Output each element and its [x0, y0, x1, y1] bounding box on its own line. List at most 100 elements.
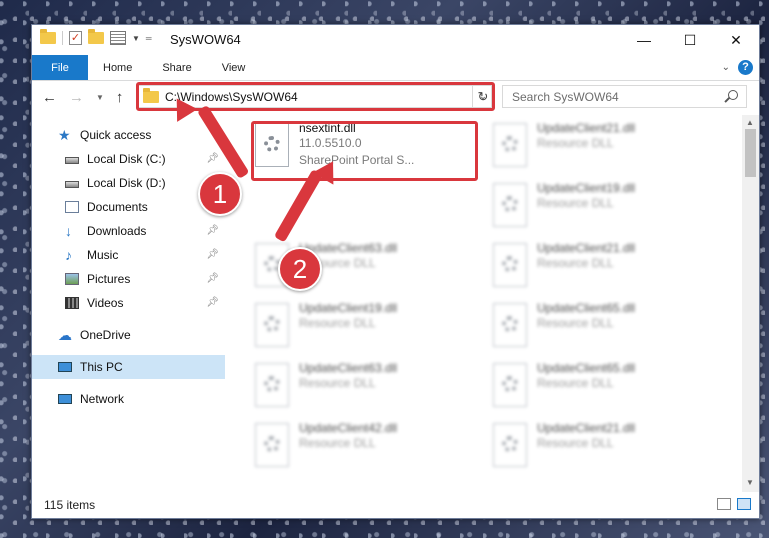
- nav-item-videos[interactable]: Videos 📌︎: [32, 291, 225, 315]
- pin-icon[interactable]: 📌︎: [206, 297, 219, 308]
- scroll-down-icon[interactable]: ▼: [746, 477, 754, 489]
- pin-icon[interactable]: 📌︎: [206, 249, 219, 260]
- file-name: UpdateClient42.dll: [299, 421, 398, 435]
- file-name: UpdateClient21.dll: [537, 421, 636, 435]
- file-type: Resource DLL: [299, 436, 376, 450]
- search-input[interactable]: Search SysWOW64: [502, 85, 747, 108]
- rename-icon[interactable]: [110, 31, 126, 45]
- dll-file-icon: [493, 303, 527, 347]
- forward-arrow-icon[interactable]: →: [69, 89, 84, 106]
- dll-file-icon: [255, 363, 289, 407]
- nav-item-network[interactable]: Network: [32, 387, 225, 411]
- file-item[interactable]: UpdateClient65.dll Resource DLL: [489, 301, 714, 361]
- up-arrow-icon[interactable]: ↑: [116, 89, 124, 106]
- documents-icon: [65, 201, 79, 213]
- file-name: UpdateClient19.dll: [299, 301, 398, 315]
- ribbon-tabs: File Home Share View ⌄ ?: [32, 55, 759, 81]
- close-button[interactable]: ✕: [713, 25, 759, 55]
- large-icons-view-icon[interactable]: [737, 498, 751, 510]
- nav-item-label: Documents: [87, 200, 148, 214]
- cloud-icon: ☁: [58, 327, 72, 343]
- status-bar: 115 items: [32, 492, 759, 518]
- scrollbar-thumb[interactable]: [745, 129, 756, 177]
- view-switcher: [717, 498, 751, 510]
- nav-item-label: Downloads: [87, 224, 147, 238]
- file-type: Resource DLL: [537, 436, 614, 450]
- toolbar-overflow-icon[interactable]: ═: [146, 34, 152, 43]
- back-arrow-icon[interactable]: ←: [42, 89, 57, 106]
- file-name: UpdateClient21.dll: [537, 241, 636, 255]
- network-icon: [58, 394, 72, 404]
- main-area: ★ Quick access Local Disk (C:) 📌︎ Local …: [32, 115, 759, 492]
- recent-locations-chevron-icon[interactable]: ▼: [96, 93, 104, 102]
- file-item[interactable]: UpdateClient65.dll Resource DLL: [489, 361, 714, 421]
- dll-file-icon: [255, 423, 289, 467]
- pin-icon[interactable]: 📌︎: [206, 273, 219, 284]
- tab-view[interactable]: View: [207, 55, 261, 80]
- help-icon[interactable]: ?: [738, 60, 753, 75]
- file-type: Resource DLL: [537, 316, 614, 330]
- dll-file-icon: [493, 123, 527, 167]
- nav-item-downloads[interactable]: ↓ Downloads 📌︎: [32, 219, 225, 243]
- nav-item-onedrive[interactable]: ☁ OneDrive: [32, 323, 225, 347]
- file-item[interactable]: UpdateClient42.dll Resource DLL: [251, 421, 476, 481]
- tab-file[interactable]: File: [32, 55, 88, 80]
- dll-file-icon: [255, 303, 289, 347]
- nav-item-music[interactable]: ♪ Music 📌︎: [32, 243, 225, 267]
- file-type: Resource DLL: [299, 376, 376, 390]
- file-name: UpdateClient65.dll: [537, 301, 636, 315]
- expand-ribbon-chevron-icon[interactable]: ⌄: [722, 62, 730, 73]
- nav-item-label: Quick access: [80, 128, 152, 142]
- toolbar-divider: [62, 31, 63, 45]
- search-placeholder: Search SysWOW64: [512, 89, 619, 104]
- details-view-icon[interactable]: [717, 498, 731, 510]
- window-title: SysWOW64: [170, 32, 241, 47]
- nav-item-pictures[interactable]: Pictures 📌︎: [32, 267, 225, 291]
- customize-toolbar-chevron-icon[interactable]: ▼: [132, 34, 140, 43]
- nav-item-documents[interactable]: Documents: [32, 195, 225, 219]
- file-name: UpdateClient63.dll: [299, 361, 398, 375]
- nav-item-local-disk-d[interactable]: Local Disk (D:): [32, 171, 225, 195]
- nav-item-quick-access[interactable]: ★ Quick access: [32, 123, 225, 147]
- file-item[interactable]: UpdateClient21.dll Resource DLL: [489, 241, 714, 301]
- new-folder-icon[interactable]: [88, 29, 104, 44]
- vertical-scrollbar[interactable]: ▲ ▼: [742, 115, 759, 492]
- tab-share[interactable]: Share: [147, 55, 206, 80]
- tab-home[interactable]: Home: [88, 55, 147, 80]
- properties-check-icon[interactable]: ✓: [69, 31, 82, 45]
- minimize-button[interactable]: —: [621, 25, 667, 55]
- dll-file-icon: [493, 183, 527, 227]
- music-icon: ♪: [65, 247, 72, 263]
- dll-file-icon: [493, 363, 527, 407]
- nav-item-label: Network: [80, 392, 125, 406]
- nav-item-label: Music: [87, 248, 119, 262]
- computer-icon: [58, 362, 72, 372]
- pictures-icon: [65, 273, 79, 285]
- file-item[interactable]: UpdateClient19.dll Resource DLL: [251, 301, 476, 361]
- file-item[interactable]: UpdateClient19.dll Resource DLL: [489, 181, 714, 241]
- drive-icon: [65, 181, 79, 188]
- file-item[interactable]: UpdateClient21.dll Resource DLL: [489, 421, 714, 481]
- navigation-pane: ★ Quick access Local Disk (C:) 📌︎ Local …: [32, 115, 225, 492]
- nav-item-label: This PC: [80, 360, 123, 374]
- drive-icon: [65, 157, 79, 164]
- nav-item-local-disk-c[interactable]: Local Disk (C:) 📌︎: [32, 147, 225, 171]
- item-count: 115 items: [44, 498, 96, 512]
- maximize-button[interactable]: ☐: [667, 25, 713, 55]
- star-icon: ★: [58, 127, 71, 143]
- nav-item-label: Local Disk (D:): [87, 176, 166, 190]
- videos-icon: [65, 297, 79, 309]
- folder-icon[interactable]: [40, 29, 56, 44]
- file-item[interactable]: UpdateClient21.dll Resource DLL: [489, 121, 714, 181]
- file-type: Resource DLL: [299, 316, 376, 330]
- nav-item-this-pc[interactable]: This PC: [32, 355, 225, 379]
- scroll-up-icon[interactable]: ▲: [746, 118, 754, 127]
- pin-icon[interactable]: 📌︎: [206, 153, 219, 164]
- ribbon-right-controls: ⌄ ?: [722, 60, 753, 75]
- file-item[interactable]: UpdateClient63.dll Resource DLL: [251, 361, 476, 421]
- file-name: UpdateClient19.dll: [537, 181, 636, 195]
- step-badge-2: 2: [278, 247, 322, 291]
- pin-icon[interactable]: 📌︎: [206, 225, 219, 236]
- search-icon[interactable]: [728, 90, 738, 100]
- file-type: Resource DLL: [537, 196, 614, 210]
